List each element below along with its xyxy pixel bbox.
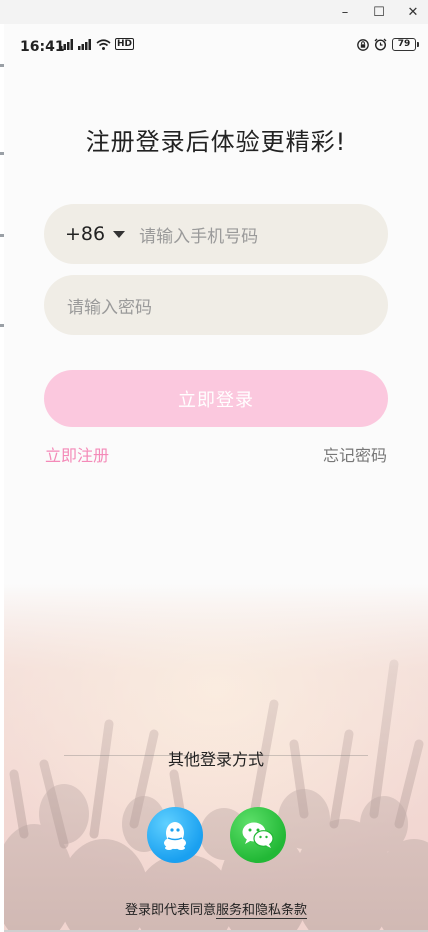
maximize-button[interactable]: ☐ xyxy=(362,0,396,24)
wechat-icon xyxy=(242,822,274,848)
lock-icon xyxy=(357,38,369,51)
signal-icon xyxy=(60,38,73,50)
status-right-icons: 79 xyxy=(357,38,419,51)
qq-icon xyxy=(164,822,186,850)
page-title: 注册登录后体验更精彩! xyxy=(85,128,347,156)
dropdown-caret-icon xyxy=(113,230,126,238)
wechat-login-button[interactable] xyxy=(230,807,286,863)
agreement-text: 登录即代表同意服务和隐私条款 xyxy=(4,899,428,919)
password-field[interactable]: 请输入密码 xyxy=(44,275,388,335)
terms-link[interactable]: 服务和隐私条款 xyxy=(216,903,308,919)
status-left-icons: HD xyxy=(60,38,135,50)
phone-input[interactable]: 请输入手机号码 xyxy=(139,222,258,247)
country-code-label: +86 xyxy=(65,223,106,245)
status-bar: 16:41 HD 79 xyxy=(4,24,428,70)
qq-login-button[interactable] xyxy=(147,807,203,863)
window-title-bar: – ☐ ✕ xyxy=(0,0,428,24)
alarm-icon xyxy=(374,38,387,51)
phone-field[interactable]: +86 请输入手机号码 xyxy=(44,204,388,264)
battery-icon: 79 xyxy=(392,38,419,51)
signal-icon xyxy=(78,38,91,50)
login-button[interactable]: 立即登录 xyxy=(44,370,388,427)
hd-label: HD xyxy=(115,38,135,50)
register-link[interactable]: 立即注册 xyxy=(45,442,109,466)
password-input[interactable]: 请输入密码 xyxy=(67,293,152,318)
status-time: 16:41 xyxy=(20,39,65,55)
close-window-button[interactable]: ✕ xyxy=(396,0,428,24)
minimize-button[interactable]: – xyxy=(328,0,362,24)
wifi-icon xyxy=(96,38,111,50)
agreement-prefix: 登录即代表同意 xyxy=(124,903,216,918)
phone-screen: 16:41 HD 79 注册登录后体验更精彩! +86 请输入手机号码 请输入密… xyxy=(4,24,428,930)
other-login-label: 其他登录方式 xyxy=(4,746,428,770)
other-login-text: 其他登录方式 xyxy=(167,750,264,769)
country-code-selector[interactable]: +86 xyxy=(65,223,126,245)
forgot-password-link[interactable]: 忘记密码 xyxy=(323,442,387,466)
